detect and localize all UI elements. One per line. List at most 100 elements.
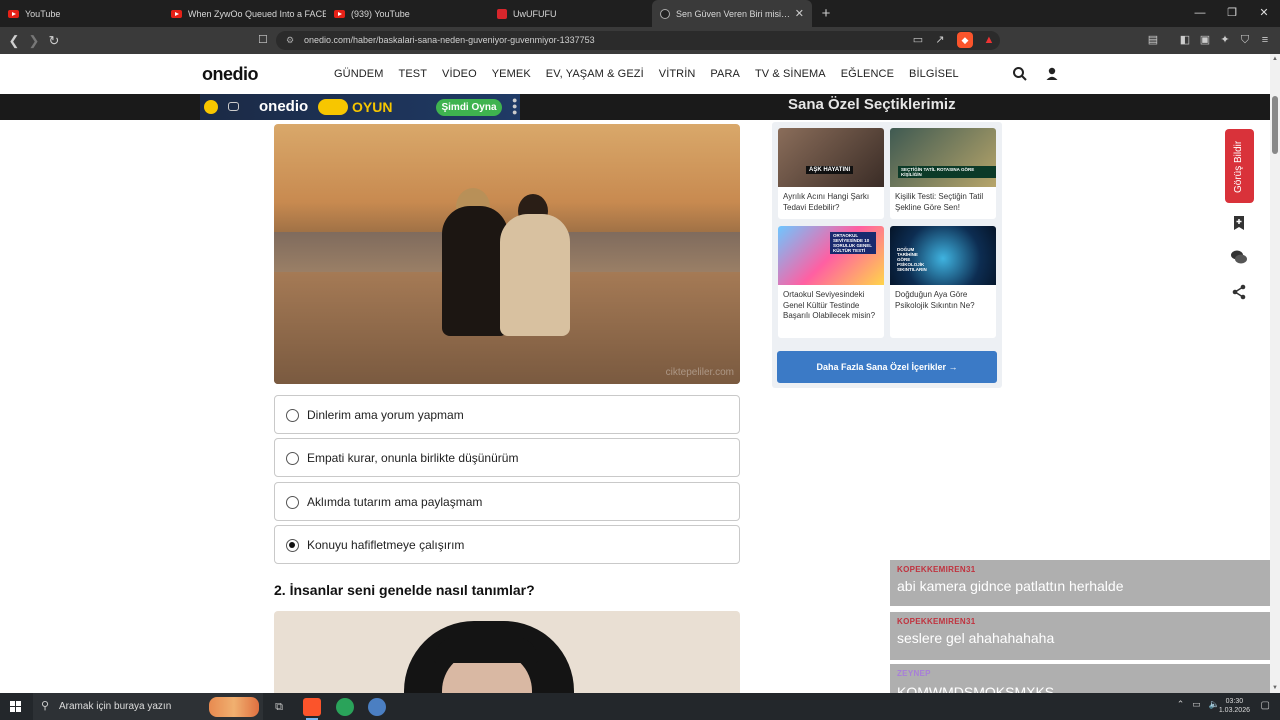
brave-rewards-icon[interactable]: ▲	[981, 32, 997, 48]
chat-message: ZEYNEP KQMWMDSMQKSMXKS	[890, 664, 1270, 693]
menu-vitrin[interactable]: VİTRİN	[659, 68, 696, 80]
onedio-logo[interactable]: onedio	[202, 64, 259, 85]
radio-button[interactable]	[286, 496, 299, 509]
scrollbar-thumb[interactable]	[1272, 96, 1278, 154]
menu-eglence[interactable]: EĞLENCE	[841, 68, 894, 80]
scroll-down-icon[interactable]: ▼	[1272, 685, 1278, 691]
tray-chevron-icon[interactable]: ⌃	[1177, 699, 1185, 710]
youtube-icon	[334, 9, 345, 18]
more-options-icon[interactable]: ● ● ●	[512, 96, 517, 117]
radio-button[interactable]	[286, 409, 299, 422]
menu-ev-yasam-gezi[interactable]: EV, YAŞAM & GEZİ	[546, 68, 644, 80]
menu-video[interactable]: VİDEO	[442, 68, 477, 80]
rec-card[interactable]: AŞK HAYATINI Ayrılık Acını Hangi Şarkı T…	[778, 128, 884, 219]
brave-shields-icon[interactable]: ◆	[957, 32, 973, 48]
rec-card[interactable]: SEÇTİĞİN TATİL ROTASINA GÖRE KİŞİLİĞİN K…	[890, 128, 996, 219]
answer-option-4[interactable]: Konuyu hafifletmeye çalışırım	[274, 525, 740, 564]
controller-icon	[318, 99, 348, 115]
new-tab-button[interactable]: +	[812, 5, 840, 22]
minimize-icon[interactable]: —	[1184, 0, 1216, 27]
notifications-icon[interactable]: ▢	[1261, 700, 1270, 711]
app-icon-green[interactable]	[336, 698, 354, 716]
cast-icon[interactable]: ▭	[910, 32, 926, 48]
reader-mode-icon[interactable]: ▤	[1145, 32, 1161, 48]
chat-username: ZEYNEP	[897, 669, 931, 678]
close-tab-icon[interactable]: ✕	[795, 7, 804, 20]
clock[interactable]: 03:30 1.03.2026	[1219, 697, 1250, 715]
tab-onedio-active[interactable]: Sen Güven Veren Biri misin? - On✕	[652, 0, 812, 27]
chat-text: seslere gel ahahahahaha	[897, 630, 1055, 646]
windows-start-icon[interactable]	[10, 701, 21, 712]
site-header: onedio GÜNDEM TEST VİDEO YEMEK EV, YAŞAM…	[0, 54, 1270, 94]
tab-youtube-939[interactable]: (939) YouTube	[326, 0, 489, 27]
more-content-button[interactable]: Daha Fazla Sana Özel İçerikler →	[777, 351, 997, 383]
rec-card[interactable]: DOĞUM TARİHİNE GÖRE PSİKOLOJİK SIKINTILA…	[890, 226, 996, 338]
answer-option-3[interactable]: Aklımda tutarım ama paylaşmam	[274, 482, 740, 521]
brave-browser-icon[interactable]	[303, 698, 321, 720]
address-toolbar: ❮ ❯ ↻ ☐ ⚙ onedio.com/haber/baskalari-san…	[0, 27, 1280, 54]
bookmark-add-icon[interactable]	[1230, 214, 1248, 232]
tab-youtube[interactable]: YouTube	[0, 0, 163, 27]
windows-taskbar: ⚲ Aramak için buraya yazın ⧉ ⌃ ▭ 🔈 03:30…	[0, 693, 1280, 720]
forward-icon[interactable]: ❯	[24, 33, 44, 49]
restore-icon[interactable]: ❐	[1216, 0, 1248, 27]
search-icon: ⚲	[41, 700, 50, 712]
share-icon[interactable]	[1230, 283, 1248, 301]
reload-icon[interactable]: ↻	[44, 33, 64, 49]
url-field[interactable]: ⚙ onedio.com/haber/baskalari-sana-neden-…	[276, 31, 1000, 50]
page-scrollbar[interactable]: ▲ ▼	[1270, 54, 1280, 693]
menu-yemek[interactable]: YEMEK	[492, 68, 531, 80]
share-icon[interactable]: ↗	[932, 32, 948, 48]
question-2-title: 2. İnsanlar seni genelde nasıl tanımlar?	[274, 582, 535, 598]
network-icon[interactable]: ▭	[1192, 699, 1201, 710]
scroll-up-icon[interactable]: ▲	[1272, 56, 1278, 62]
radio-button[interactable]	[286, 452, 299, 465]
vpn-icon[interactable]: ⛉	[1237, 32, 1253, 48]
back-icon[interactable]: ❮	[4, 33, 24, 49]
gamebar-oyun: OYUN	[352, 99, 393, 115]
sidebar-title: Sana Özel Seçtiklerimiz	[788, 96, 956, 113]
menu-para[interactable]: PARA	[710, 68, 740, 80]
extensions-icon[interactable]: ✦	[1217, 32, 1233, 48]
search-highlight-icon	[209, 697, 259, 717]
radio-button-selected[interactable]	[286, 539, 299, 552]
menu-icon[interactable]: ≡	[1257, 32, 1273, 48]
taskbar-search[interactable]: ⚲ Aramak için buraya yazın	[33, 693, 263, 720]
user-icon[interactable]	[1044, 66, 1060, 82]
gamebar-logo: onedio	[259, 98, 309, 115]
menu-bilgisel[interactable]: BİLGİSEL	[909, 68, 959, 80]
menu-gundem[interactable]: GÜNDEM	[334, 68, 384, 80]
site-info-icon[interactable]: ⚙	[286, 31, 294, 50]
question-image: ciktepeliler.com	[274, 124, 740, 384]
menu-test[interactable]: TEST	[399, 68, 428, 80]
menu-tv-sinema[interactable]: TV & SİNEMA	[755, 68, 826, 80]
web-page: onedio GÜNDEM TEST VİDEO YEMEK EV, YAŞAM…	[0, 54, 1270, 693]
rec-card[interactable]: ORTAOKUL SEVİYESİNDE 10 SORULUK GENEL KÜ…	[778, 226, 884, 338]
chat-message: KOPEKKEMIREN31 seslere gel ahahahahaha	[890, 612, 1270, 660]
search-icon[interactable]	[1012, 66, 1028, 82]
app-icon-blue[interactable]	[368, 698, 386, 716]
main-menu: GÜNDEM TEST VİDEO YEMEK EV, YAŞAM & GEZİ…	[334, 68, 974, 80]
close-window-icon[interactable]: ✕	[1248, 0, 1280, 27]
task-view-icon[interactable]: ⧉	[270, 698, 288, 716]
rec-thumbnail: ORTAOKUL SEVİYESİNDE 10 SORULUK GENEL KÜ…	[778, 226, 884, 285]
chat-username: KOPEKKEMIREN31	[897, 617, 976, 626]
chat-message: KOPEKKEMIREN31 abi kamera gidnce patlatt…	[890, 560, 1270, 606]
rec-thumbnail: SEÇTİĞİN TATİL ROTASINA GÖRE KİŞİLİĞİN	[890, 128, 996, 187]
chat-text: KQMWMDSMQKSMXKS	[897, 684, 1055, 693]
comments-icon[interactable]	[1230, 248, 1248, 266]
feedback-button[interactable]: Görüş Bildir	[1225, 129, 1254, 203]
answer-option-2[interactable]: Empati kurar, onunla birlikte düşünürüm	[274, 438, 740, 477]
youtube-icon	[8, 9, 19, 18]
play-now-button[interactable]: Şimdi Oyna	[436, 99, 502, 116]
smiley-icon	[204, 100, 218, 114]
question-2-image	[274, 611, 740, 693]
wallet-icon[interactable]: ▣	[1197, 32, 1213, 48]
tab-uwufufu[interactable]: UwUFUFU	[489, 0, 652, 27]
answer-option-1[interactable]: Dinlerim ama yorum yapmam	[274, 395, 740, 434]
onedio-icon	[660, 8, 670, 19]
sidebar-toggle-icon[interactable]: ◧	[1177, 32, 1193, 48]
bookmark-icon[interactable]: ☐	[258, 33, 268, 46]
tab-zywoo[interactable]: When ZywOo Queued Into a FACEIT	[163, 0, 326, 27]
rec-thumbnail: AŞK HAYATINI	[778, 128, 884, 187]
